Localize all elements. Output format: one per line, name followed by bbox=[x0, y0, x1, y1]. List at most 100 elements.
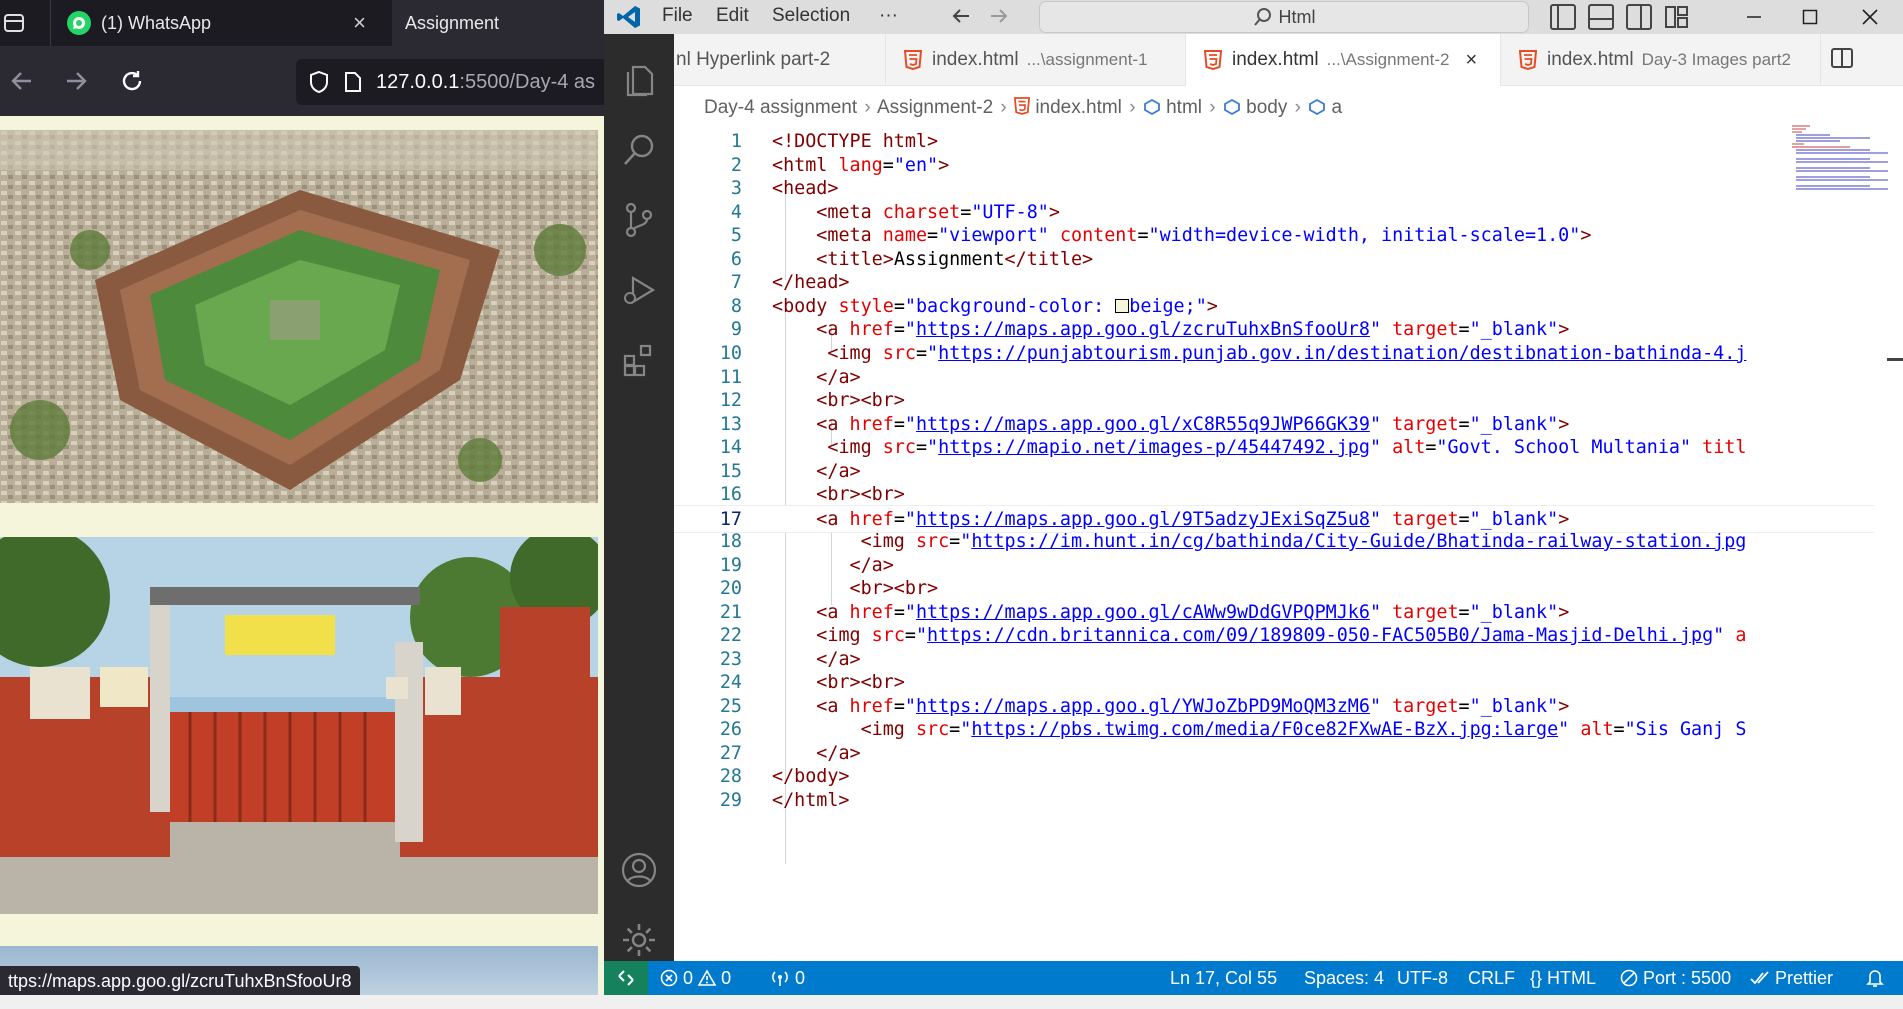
menu-edit[interactable]: Edit bbox=[716, 5, 749, 27]
browser-tab-whatsapp[interactable]: (1) WhatsApp × bbox=[50, 0, 390, 46]
html5-icon bbox=[904, 50, 922, 70]
source-control-icon[interactable] bbox=[604, 190, 674, 250]
remote-indicator-icon[interactable] bbox=[604, 961, 648, 995]
breadcrumb-item[interactable]: a bbox=[1332, 97, 1343, 118]
tab-index-assignment-2[interactable]: index.html ...\Assignment-2 × bbox=[1186, 34, 1501, 86]
command-center-search[interactable]: Html bbox=[1039, 1, 1529, 33]
warning-count: 0 bbox=[721, 968, 732, 988]
breadcrumb-item[interactable]: Day-4 assignment bbox=[704, 97, 857, 118]
live-server-port[interactable]: Port : 5500 bbox=[1620, 968, 1731, 989]
html5-icon bbox=[1519, 50, 1537, 70]
menu-more[interactable]: ··· bbox=[879, 5, 898, 27]
menu-selection[interactable]: Selection bbox=[772, 5, 850, 27]
extensions-icon[interactable] bbox=[604, 330, 674, 390]
toggle-secondary-sidebar-icon[interactable] bbox=[1626, 4, 1652, 30]
html5-icon bbox=[1204, 50, 1222, 70]
ports-indicator[interactable]: 0 bbox=[770, 968, 805, 989]
vscode-window: File Edit Selection ··· Html nl Hyperlin… bbox=[604, 0, 1903, 1009]
tab-overview-icon[interactable] bbox=[0, 10, 28, 36]
taskbar-edge bbox=[0, 995, 1903, 1009]
tab-label: (1) WhatsApp bbox=[101, 12, 212, 33]
html5-icon bbox=[1013, 97, 1031, 115]
status-bar: 0 0 0 Ln 17, Col 55 Spaces: 4 UTF-8 CRLF… bbox=[604, 961, 1903, 995]
maximize-icon[interactable] bbox=[1782, 0, 1838, 34]
forward-icon[interactable] bbox=[60, 65, 92, 97]
tab-index-assignment-1[interactable]: index.html ...\assignment-1 bbox=[886, 34, 1186, 86]
back-icon[interactable] bbox=[6, 65, 38, 97]
menu-file[interactable]: File bbox=[662, 5, 693, 27]
error-count: 0 bbox=[683, 968, 694, 988]
tab-hyperlink-part-2[interactable]: nl Hyperlink part-2 bbox=[674, 34, 886, 86]
indentation[interactable]: Spaces: 4 bbox=[1304, 968, 1384, 989]
double-check-icon bbox=[1750, 971, 1769, 985]
braces-icon: {} bbox=[1530, 968, 1543, 988]
browser-tab-assignment[interactable]: Assignment bbox=[392, 0, 604, 46]
page-content bbox=[0, 116, 604, 1009]
tab-description: ...\assignment-1 bbox=[1026, 50, 1148, 69]
cursor-position[interactable]: Ln 17, Col 55 bbox=[1170, 968, 1277, 989]
toggle-panel-icon[interactable] bbox=[1588, 4, 1614, 30]
reload-icon[interactable] bbox=[116, 65, 148, 97]
page-icon bbox=[344, 71, 362, 93]
no-entry-icon bbox=[1620, 969, 1638, 987]
explorer-icon[interactable] bbox=[604, 50, 674, 110]
language-label: HTML bbox=[1547, 968, 1597, 988]
toggle-sidebar-icon[interactable] bbox=[1550, 4, 1576, 30]
search-text: Html bbox=[1278, 6, 1316, 27]
breadcrumb-item[interactable]: index.html bbox=[1035, 97, 1122, 118]
broadcast-icon bbox=[772, 971, 788, 986]
close-icon[interactable]: × bbox=[353, 10, 366, 36]
link-status-url: ttps://maps.app.goo.gl/zcruTuhxBnSfooUr8 bbox=[0, 966, 360, 996]
breadcrumb-item[interactable]: body bbox=[1246, 97, 1287, 118]
close-icon[interactable]: × bbox=[1465, 49, 1477, 72]
school-image-link[interactable] bbox=[0, 537, 598, 914]
browser-tab-strip: (1) WhatsApp × Assignment bbox=[0, 0, 604, 46]
tab-label: index.html bbox=[1232, 49, 1319, 70]
breadcrumb-item[interactable]: Assignment-2 bbox=[877, 97, 993, 118]
tab-description: ...\Assignment-2 bbox=[1326, 50, 1450, 69]
title-bar: File Edit Selection ··· Html bbox=[604, 0, 1903, 34]
element-icon bbox=[1309, 98, 1326, 116]
address-bar[interactable]: 127.0.0.1:5500/Day-4 as bbox=[296, 59, 604, 105]
code-editor[interactable]: 1 <!DOCTYPE html> 2 <html lang="en"> 3 <hea… bbox=[674, 124, 1874, 959]
breadcrumb-item[interactable]: html bbox=[1166, 97, 1202, 118]
breadcrumb: Day-4 assignment › Assignment-2 › index.… bbox=[704, 97, 1343, 118]
port-label: Port : 5500 bbox=[1643, 968, 1732, 988]
error-icon bbox=[660, 969, 678, 987]
minimize-icon[interactable] bbox=[1726, 0, 1782, 34]
activity-bar bbox=[604, 34, 674, 961]
url-path: :5500/Day-4 as bbox=[459, 70, 596, 93]
language-mode[interactable]: {} HTML bbox=[1530, 968, 1596, 989]
shield-icon[interactable] bbox=[308, 70, 330, 94]
fort-image-link[interactable] bbox=[0, 130, 598, 503]
prettier-status[interactable]: Prettier bbox=[1750, 968, 1833, 989]
warning-icon bbox=[697, 969, 717, 986]
problems-indicator[interactable]: 0 0 bbox=[660, 968, 731, 989]
vscode-logo-icon bbox=[617, 6, 640, 28]
tab-label: index.html bbox=[1547, 49, 1634, 70]
tab-label: Assignment bbox=[405, 12, 500, 33]
element-icon bbox=[1143, 98, 1160, 116]
browser-nav-bar: 127.0.0.1:5500/Day-4 as bbox=[0, 46, 604, 116]
close-window-icon[interactable] bbox=[1842, 0, 1898, 34]
account-icon[interactable] bbox=[604, 840, 674, 900]
run-debug-icon[interactable] bbox=[604, 260, 674, 320]
nav-forward-icon[interactable] bbox=[988, 5, 1010, 33]
end-of-line[interactable]: CRLF bbox=[1468, 968, 1515, 989]
editor-tab-bar: nl Hyperlink part-2 index.html ...\assig… bbox=[674, 34, 1903, 86]
encoding[interactable]: UTF-8 bbox=[1397, 968, 1448, 989]
tab-index-day-3[interactable]: index.html Day-3 Images part2 bbox=[1501, 34, 1821, 86]
search-icon[interactable] bbox=[604, 120, 674, 180]
minimap[interactable] bbox=[1790, 124, 1890, 194]
browser-window: (1) WhatsApp × Assignment 127.0.0.1:5500… bbox=[0, 0, 604, 1009]
split-editor-icon[interactable] bbox=[1830, 46, 1854, 75]
url-host: 127.0.0.1 bbox=[376, 70, 460, 93]
search-icon bbox=[1253, 8, 1271, 26]
ports-count: 0 bbox=[795, 968, 806, 988]
customize-layout-icon[interactable] bbox=[1664, 4, 1690, 30]
whatsapp-icon bbox=[67, 11, 91, 35]
bell-icon[interactable] bbox=[1866, 968, 1884, 993]
nav-back-icon[interactable] bbox=[950, 5, 972, 33]
tab-description: Day-3 Images part2 bbox=[1641, 50, 1791, 69]
prettier-label: Prettier bbox=[1775, 968, 1834, 988]
